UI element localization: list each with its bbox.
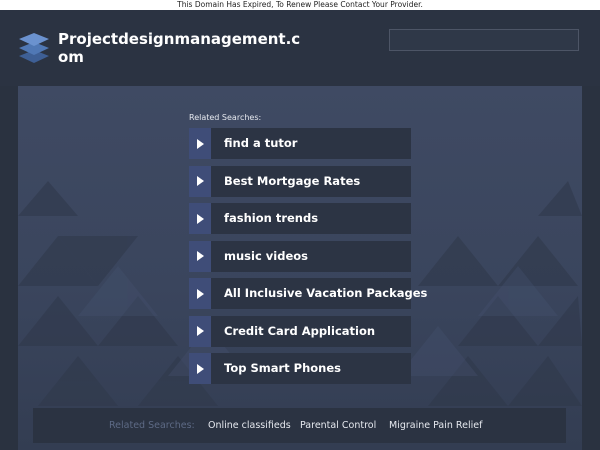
related-link-credit-card-application[interactable]: Credit Card Application xyxy=(189,315,411,347)
play-arrow-icon xyxy=(189,240,213,272)
related-link-label[interactable]: Top Smart Phones xyxy=(224,353,341,384)
header: Projectdesignmanagement.com xyxy=(0,10,600,86)
related-link-label[interactable]: music videos xyxy=(224,241,308,272)
related-link-label[interactable]: fashion trends xyxy=(224,203,318,234)
related-link-top-smart-phones[interactable]: Top Smart Phones xyxy=(189,353,411,384)
play-arrow-icon xyxy=(189,315,213,347)
domain-expired-notice: This Domain Has Expired, To Renew Please… xyxy=(0,0,600,10)
play-arrow-icon xyxy=(189,165,213,197)
search-input[interactable] xyxy=(389,29,579,51)
related-link-music-videos[interactable]: music videos xyxy=(189,240,411,272)
footer-related-heading: Related Searches: xyxy=(109,420,195,431)
related-link-label[interactable]: find a tutor xyxy=(224,128,297,159)
site-title[interactable]: Projectdesignmanagement.com xyxy=(58,30,303,66)
related-link-label[interactable]: Credit Card Application xyxy=(224,316,375,347)
stacked-layers-icon xyxy=(19,33,49,63)
related-link-label[interactable]: Best Mortgage Rates xyxy=(224,166,360,197)
related-link-best-mortgage-rates[interactable]: Best Mortgage Rates xyxy=(189,165,411,197)
play-arrow-icon xyxy=(189,353,213,384)
footer-link-parental-control[interactable]: Parental Control xyxy=(300,408,376,443)
footer-related-bar: Related Searches: Online classifieds Par… xyxy=(33,408,566,443)
play-arrow-icon xyxy=(189,278,213,309)
related-link-label[interactable]: All Inclusive Vacation Packages xyxy=(224,278,427,309)
related-link-vacation-packages[interactable]: All Inclusive Vacation Packages xyxy=(189,278,427,309)
main-panel: Related Searches: find a tutor Best Mort… xyxy=(18,86,582,450)
play-arrow-icon xyxy=(189,203,213,234)
related-links-list: find a tutor Best Mortgage Rates fashion… xyxy=(189,128,427,391)
footer-link-migraine-pain-relief[interactable]: Migraine Pain Relief xyxy=(389,408,482,443)
related-searches-heading: Related Searches: xyxy=(189,113,262,122)
play-arrow-icon xyxy=(189,128,213,159)
footer-link-online-classifieds[interactable]: Online classifieds xyxy=(208,408,291,443)
related-link-find-a-tutor[interactable]: find a tutor xyxy=(189,128,411,159)
related-link-fashion-trends[interactable]: fashion trends xyxy=(189,203,411,234)
